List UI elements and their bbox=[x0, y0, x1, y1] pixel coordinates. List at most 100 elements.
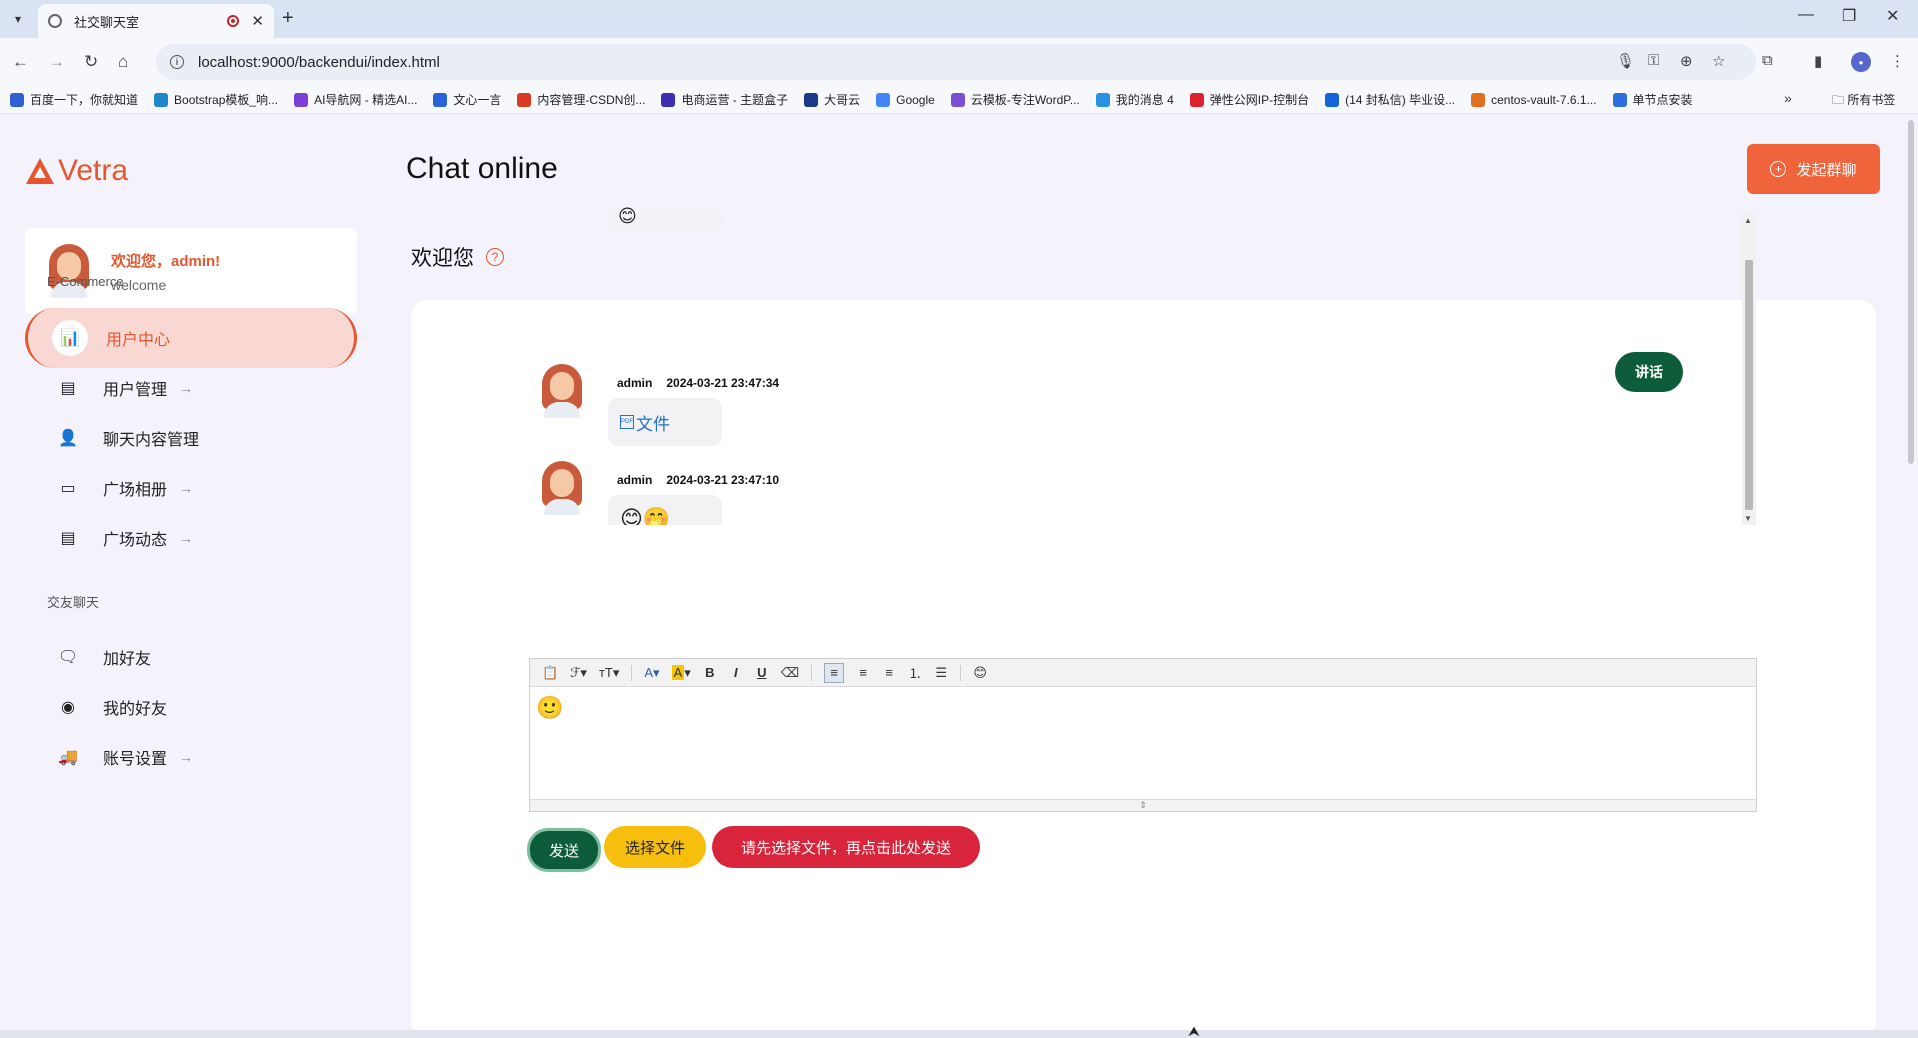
star-icon[interactable]: ☆ bbox=[1712, 52, 1725, 70]
eraser-icon[interactable]: ⌫ bbox=[781, 665, 799, 681]
underline-icon[interactable]: U bbox=[755, 665, 769, 680]
page-scrollbar[interactable] bbox=[1904, 114, 1918, 1038]
chat-scrollbar[interactable]: ▲ ▼ bbox=[1742, 214, 1756, 525]
scroll-down-icon[interactable]: ▼ bbox=[1744, 514, 1752, 523]
bookmark-item[interactable]: 电商运营 - 主题盒子 bbox=[661, 91, 788, 108]
bookmark-item[interactable]: 我的消息 4 bbox=[1095, 91, 1174, 108]
microphone-icon[interactable]: 🎙 bbox=[1616, 52, 1635, 70]
choose-file-button[interactable]: 选择文件 bbox=[604, 826, 706, 868]
page-scroll-thumb[interactable] bbox=[1908, 120, 1914, 464]
message-editor[interactable]: 📋 ℱ▾ тT▾ A▾ A ▾ B I U ⌫ ≡ ≡ ≡ ⒈ ☰ 😊 🙂 ⇕ bbox=[529, 658, 1757, 812]
bookmark-item[interactable]: 云模板-专注WordP... bbox=[950, 91, 1080, 108]
bookmark-favicon-icon bbox=[1471, 92, 1486, 107]
highlight-icon[interactable]: A ▾ bbox=[671, 665, 691, 681]
forward-icon[interactable]: → bbox=[48, 52, 65, 72]
close-window-icon[interactable]: ✕ bbox=[1886, 6, 1899, 26]
key-icon[interactable]: ⚿ bbox=[1648, 52, 1659, 69]
close-tab-icon[interactable]: ✕ bbox=[251, 12, 264, 30]
sidebar-item[interactable]: ▤ 广场动态 → bbox=[25, 508, 357, 568]
minimize-icon[interactable]: — bbox=[1798, 6, 1814, 24]
font-family-icon[interactable]: ℱ▾ bbox=[570, 665, 587, 681]
bookmark-favicon-icon bbox=[154, 92, 169, 107]
tab-search-icon[interactable]: ▾ bbox=[6, 8, 30, 30]
zoom-icon[interactable]: ⊕ bbox=[1680, 52, 1693, 70]
send-button[interactable]: 发送 bbox=[527, 828, 601, 872]
browser-tab[interactable]: 社交聊天室 ✕ bbox=[38, 4, 274, 38]
restore-icon[interactable]: ❐ bbox=[1842, 6, 1856, 26]
menu-icon[interactable]: ⋮ bbox=[1890, 52, 1905, 70]
message-bubble: 😊🤭 bbox=[608, 495, 722, 525]
bookmark-favicon-icon bbox=[1189, 92, 1204, 107]
url-bar[interactable]: i localhost:9000/backendui/index.html bbox=[156, 44, 1756, 80]
site-info-icon[interactable]: i bbox=[170, 55, 184, 69]
bullet-list-icon[interactable]: ☰ bbox=[934, 665, 948, 681]
bookmark-item[interactable]: (14 封私信) 毕业设... bbox=[1325, 91, 1455, 108]
editor-toolbar: 📋 ℱ▾ тT▾ A▾ A ▾ B I U ⌫ ≡ ≡ ≡ ⒈ ☰ 😊 bbox=[530, 659, 1756, 687]
align-center-icon[interactable]: ≡ bbox=[856, 665, 870, 680]
logo[interactable]: Vetra bbox=[26, 154, 128, 188]
resize-handle-icon[interactable]: ⇕ bbox=[530, 799, 1756, 811]
align-right-icon[interactable]: ≡ bbox=[882, 665, 896, 680]
bookmark-item[interactable]: 弹性公网IP-控制台 bbox=[1189, 91, 1309, 108]
bookmark-label: (14 封私信) 毕业设... bbox=[1345, 93, 1456, 107]
new-tab-icon[interactable]: + bbox=[282, 7, 294, 30]
chat-message: admin 2024-03-21 23:47:34 PDF 文件 bbox=[530, 364, 1130, 446]
page-title: Chat online bbox=[406, 152, 558, 185]
bookmark-item[interactable]: centos-vault-7.6.1... bbox=[1471, 92, 1597, 107]
align-left-icon[interactable]: ≡ bbox=[824, 662, 845, 683]
start-group-chat-button[interactable]: + 发起群聊 bbox=[1747, 144, 1880, 194]
message-time: 2024-03-21 23:47:10 bbox=[666, 473, 780, 487]
more-bookmarks-icon[interactable]: » bbox=[1784, 90, 1792, 106]
bookmark-label: centos-vault-7.6.1... bbox=[1491, 92, 1597, 107]
list-icon: ▤ bbox=[60, 380, 76, 397]
talk-button[interactable]: 讲话 bbox=[1615, 352, 1683, 392]
browser-tab-bar: ▾ 社交聊天室 ✕ + — ❐ ✕ bbox=[0, 0, 1918, 38]
reload-icon[interactable]: ↻ bbox=[84, 52, 98, 72]
emoji-picker-icon[interactable]: 😊 bbox=[973, 665, 987, 681]
bookmark-item[interactable]: 单节点安装 bbox=[1612, 91, 1693, 108]
bookmark-item[interactable]: Google bbox=[876, 92, 935, 107]
list-icon: ▤ bbox=[60, 530, 76, 547]
bookmark-label: 单节点安装 bbox=[1632, 93, 1693, 107]
bold-icon[interactable]: B bbox=[703, 665, 717, 680]
user-card: 欢迎您，admin! welcome bbox=[25, 228, 357, 314]
extensions-icon[interactable]: ⧉ bbox=[1762, 52, 1773, 69]
sidebar-item[interactable]: 🚚 账号设置 → bbox=[25, 727, 357, 787]
scroll-up-icon[interactable]: ▲ bbox=[1744, 216, 1752, 225]
bookmark-favicon-icon bbox=[294, 92, 309, 107]
file-link-text: 文件 bbox=[636, 414, 670, 434]
bar-chart-icon: 📊 bbox=[52, 320, 88, 356]
bookmark-label: 大哥云 bbox=[824, 93, 861, 107]
horizontal-scrollbar[interactable] bbox=[0, 1030, 1918, 1038]
all-bookmarks[interactable]: 🗀 所有书签 bbox=[1832, 91, 1895, 112]
chat-scroll-thumb[interactable] bbox=[1745, 260, 1753, 510]
message-meta: admin 2024-03-21 23:47:34 bbox=[617, 376, 779, 390]
logo-text: Vetra bbox=[58, 154, 129, 187]
profile-avatar[interactable]: ● bbox=[1851, 52, 1871, 72]
message-time: 2024-03-21 23:47:34 bbox=[666, 376, 780, 390]
italic-icon[interactable]: I bbox=[729, 665, 743, 680]
chat-message-list[interactable]: admin 2024-03-21 23:47:34 PDF 文件 admin 2024-0… bbox=[530, 214, 1756, 525]
ordered-list-icon[interactable]: ⒈ bbox=[908, 663, 922, 682]
send-file-button[interactable]: 请先选择文件，再点击此处发送 bbox=[712, 826, 980, 868]
bookmark-item[interactable]: 百度一下，你就知道 bbox=[10, 91, 138, 108]
bookmark-item[interactable]: 内容管理-CSDN创... bbox=[517, 91, 645, 108]
bookmark-item[interactable]: AI导航网 - 精选AI... bbox=[294, 91, 417, 108]
side-panel-icon[interactable]: ▮ bbox=[1814, 52, 1822, 70]
bookmark-item[interactable]: 文心一言 bbox=[433, 91, 501, 108]
paste-icon[interactable]: 📋 bbox=[542, 665, 558, 681]
help-icon[interactable]: ? bbox=[486, 248, 504, 266]
bookmark-item[interactable]: 大哥云 bbox=[804, 91, 860, 108]
back-icon[interactable]: ← bbox=[12, 52, 29, 72]
avatar bbox=[540, 364, 584, 418]
bookmark-item[interactable]: Bootstrap模板_响... bbox=[154, 91, 278, 108]
editor-content[interactable]: 🙂 bbox=[530, 687, 1756, 729]
address-toolbar: ← → ↻ ⌂ i localhost:9000/backendui/index… bbox=[0, 38, 1918, 86]
tab-title: 社交聊天室 bbox=[74, 14, 140, 30]
bookmark-label: AI导航网 - 精选AI... bbox=[314, 93, 418, 107]
font-size-icon[interactable]: тT▾ bbox=[599, 665, 619, 681]
font-color-icon[interactable]: A▾ bbox=[644, 665, 659, 681]
home-icon[interactable]: ⌂ bbox=[118, 52, 128, 72]
file-link[interactable]: PDF 文件 bbox=[620, 410, 670, 435]
bookmark-label: Google bbox=[896, 92, 935, 107]
